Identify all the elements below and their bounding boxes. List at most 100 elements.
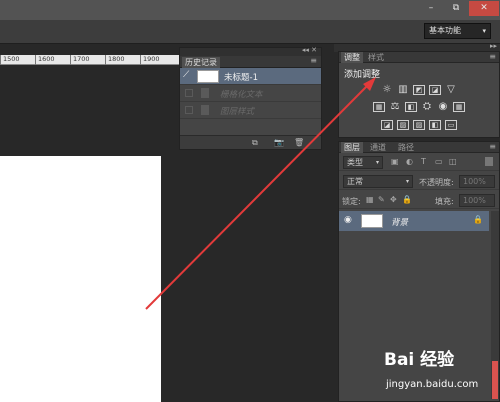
ruler-tick: 1900 [140,55,160,65]
opacity-label: 不透明度: [419,178,454,187]
tab-styles[interactable]: 样式 [365,52,387,63]
photo-filter-icon[interactable]: ⛭ [421,102,433,112]
camera-icon[interactable]: 📷 [274,138,284,147]
hue-saturation-icon[interactable]: ▦ [373,102,385,112]
lock-pixels-icon[interactable]: ▦ [366,195,374,204]
panel-menu-icon[interactable]: ≡ [489,52,496,61]
ruler-tick: 1500 [0,55,20,65]
lock-row: 锁定: ▦ ✎ ✥ 🔒 填充: 100% [339,191,499,209]
channel-mixer-icon[interactable]: ◉ [437,102,449,112]
invert-icon[interactable]: ◪ [381,120,393,130]
opacity-value: 100% [463,177,486,186]
exposure-icon[interactable]: ◪ [429,85,441,95]
horizontal-ruler[interactable]: 1500 1600 1700 1800 1900 [0,55,180,65]
filter-toggle[interactable] [485,157,493,166]
eye-icon[interactable]: ◉ [344,215,352,225]
threshold-icon[interactable]: ▨ [413,120,425,130]
state-label: 栅格化文本 [220,90,263,100]
filter-kind-label: 类型 [347,158,363,167]
layer-thumbnail [361,214,383,228]
lock-icon: 🔒 [473,215,483,224]
tab-paths[interactable]: 路径 [395,142,417,153]
color-lookup-icon[interactable]: ▦ [453,102,465,112]
new-document-icon[interactable]: ⧉ [252,138,258,148]
fill-label: 填充: [435,197,454,206]
state-checkbox[interactable] [185,89,193,97]
close-button[interactable]: ✕ [469,1,499,16]
gradient-map-icon[interactable]: ◧ [429,120,441,130]
fill-value: 100% [463,196,486,205]
workspace-label: 基本功能 [429,26,461,35]
chevron-down-icon: ▾ [375,159,379,166]
posterize-icon[interactable]: ▨ [397,120,409,130]
layer-row[interactable]: ◉ 背景 🔒 [339,211,489,231]
tab-channels[interactable]: 通道 [367,142,389,153]
adjustment-row: ▦ ⚖ ◧ ⛭ ◉ ▦ [339,102,499,112]
collapse-icon[interactable]: ◂◂ ✕ [302,46,317,54]
panel-menu-icon[interactable]: ≡ [489,142,496,151]
tab-history[interactable]: 历史记录 [182,57,220,68]
levels-icon[interactable]: ▥ [397,85,409,95]
document-icon [201,88,209,98]
snapshot-thumbnail [197,70,219,83]
ruler-tick: 1700 [70,55,90,65]
trash-icon[interactable]: 🗑 [294,138,304,147]
minimize-button[interactable]: – [419,1,443,16]
history-footer: ⧉ 📷 🗑 [180,135,321,149]
lock-brush-icon[interactable]: ✎ [378,195,385,204]
chevron-down-icon: ▾ [482,27,486,35]
opacity-input[interactable]: 100% [459,175,495,188]
document-canvas[interactable] [0,156,161,402]
history-panel: ◂◂ ✕ 历史记录 ≡ ⟋ 未标题-1 栅格化文本 图层样式 ⧉ 📷 🗑 [179,46,322,150]
color-balance-icon[interactable]: ⚖ [389,102,401,112]
adjustments-title: 添加调整 [344,70,381,80]
brush-icon: ⟋ [183,70,190,80]
brightness-icon[interactable]: ☼ [381,85,393,95]
chevron-down-icon: ▾ [405,178,409,185]
tab-adjustments[interactable]: 调整 [341,52,363,63]
adjustment-filter-icon[interactable]: ◐ [406,157,413,166]
options-bar: 基本功能 ▾ [0,20,500,44]
type-filter-icon[interactable]: T [421,157,426,166]
lock-label: 锁定: [342,197,361,206]
state-checkbox[interactable] [185,106,193,114]
watermark-url: jingyan.baidu.com [386,379,479,390]
ruler-tick: 1600 [35,55,55,65]
curves-icon[interactable]: ◩ [413,85,425,95]
adjustments-tabbar: 调整 样式 ≡ [339,52,499,63]
title-bar: – ⧉ ✕ [0,0,500,20]
layers-tabbar: 图层 通道 路径 ≡ [339,142,499,153]
history-state[interactable]: 栅格化文本 [180,85,321,102]
watermark-brand: Bai 经验 [384,350,455,370]
collapse-icon[interactable]: ▸▸ [490,42,497,50]
restore-button[interactable]: ⧉ [444,1,468,16]
lock-position-icon[interactable]: ✥ [390,195,397,204]
adjustments-panel: 调整 样式 ≡ 添加调整 ☼ ▥ ◩ ◪ ▽ ▦ ⚖ ◧ ⛭ ◉ ▦ ◪ ▨ ▨… [338,51,500,138]
history-tabbar: 历史记录 ≡ [180,56,321,68]
selective-color-icon[interactable]: ▭ [445,120,457,130]
document-icon [201,105,209,115]
black-white-icon[interactable]: ◧ [405,102,417,112]
shape-filter-icon[interactable]: ▭ [435,157,443,166]
ruler-tick: 1800 [105,55,125,65]
blend-mode-dropdown[interactable]: 正常 ▾ [343,175,413,188]
workspace-dropdown[interactable]: 基本功能 ▾ [424,23,491,39]
history-snapshot[interactable]: ⟋ 未标题-1 [180,68,321,85]
adjustment-row: ☼ ▥ ◩ ◪ ▽ [339,85,499,95]
snapshot-label: 未标题-1 [224,73,258,83]
filter-row: 类型 ▾ ▣ ◐ T ▭ ◫ [339,153,499,171]
history-state[interactable]: 图层样式 [180,102,321,119]
smart-object-filter-icon[interactable]: ◫ [449,157,457,166]
blend-mode-label: 正常 [347,177,363,186]
blend-row: 正常 ▾ 不透明度: 100% [339,172,499,190]
tab-layers[interactable]: 图层 [341,142,363,153]
baidu-watermark: Bai 经验 jingyan.baidu.com [384,345,494,399]
filter-kind-dropdown[interactable]: 类型 ▾ [343,156,383,169]
layer-name: 背景 [391,218,409,228]
panel-menu-icon[interactable]: ≡ [310,56,317,65]
fill-input[interactable]: 100% [459,194,495,207]
lock-all-icon[interactable]: 🔒 [402,195,412,204]
pixel-filter-icon[interactable]: ▣ [391,157,399,166]
vibrance-icon[interactable]: ▽ [445,85,457,95]
panel-header[interactable]: ◂◂ ✕ [180,46,321,56]
